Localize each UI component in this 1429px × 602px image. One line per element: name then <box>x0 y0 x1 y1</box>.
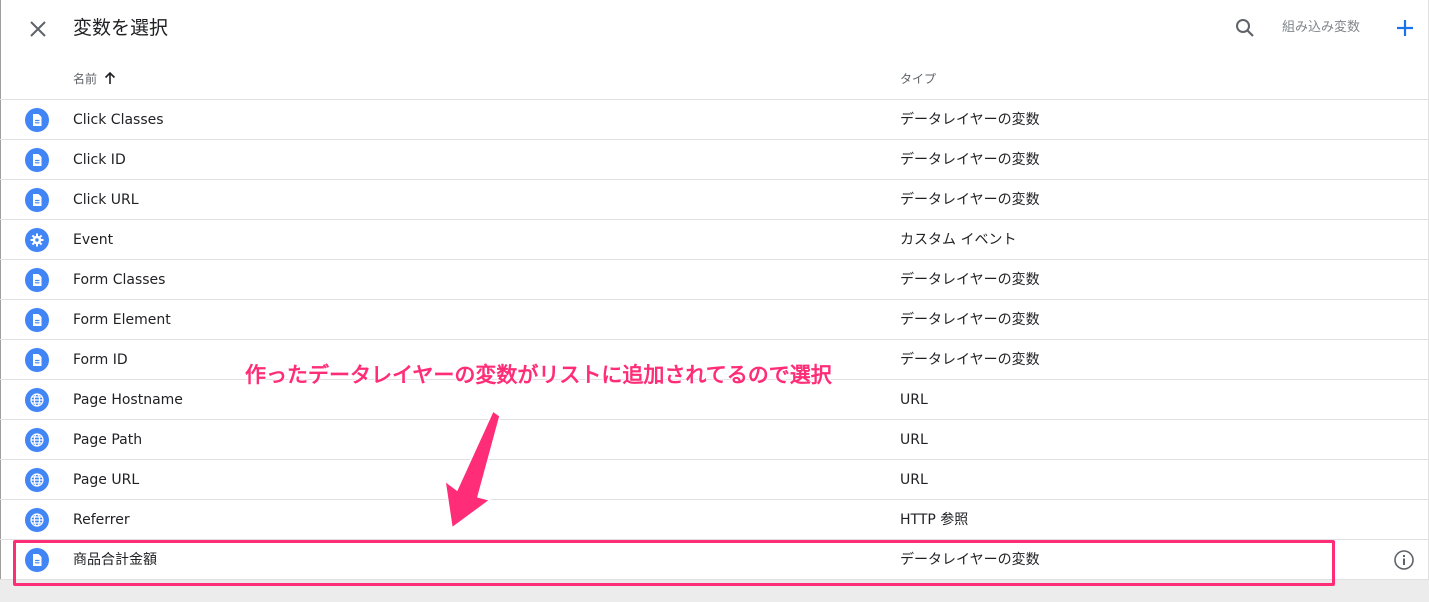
table-row[interactable]: Page URL URL <box>0 460 1429 500</box>
globe-icon <box>25 468 49 492</box>
table-row[interactable]: Page Path URL <box>0 420 1429 460</box>
dialog-title: 変数を選択 <box>73 17 169 39</box>
variable-type: データレイヤーの変数 <box>900 552 1040 568</box>
add-variable-button[interactable] <box>1391 13 1419 43</box>
close-icon <box>30 21 46 37</box>
variable-list: Click Classes データレイヤーの変数 Click ID データレイヤーの変… <box>0 100 1429 580</box>
table-row[interactable]: 商品合計金額 データレイヤーの変数 <box>0 540 1429 580</box>
variable-name: Page Hostname <box>73 392 183 408</box>
document-icon <box>25 188 49 212</box>
dialog-header: 変数を選択 組み込み変数 <box>0 0 1429 58</box>
globe-icon <box>25 428 49 452</box>
add-icon <box>1397 20 1413 36</box>
globe-icon <box>25 388 49 412</box>
variable-type: URL <box>900 432 928 448</box>
search-button[interactable] <box>1230 13 1260 43</box>
variable-name: Click ID <box>73 152 126 168</box>
table-row[interactable]: Click ID データレイヤーの変数 <box>0 140 1429 180</box>
document-icon <box>25 108 49 132</box>
table-row[interactable]: Click URL データレイヤーの変数 <box>0 180 1429 220</box>
document-icon <box>25 148 49 172</box>
annotation-text: 作ったデータレイヤーの変数がリストに追加されてるので選択 <box>245 363 832 387</box>
column-header-name[interactable]: 名前 <box>73 70 97 88</box>
variable-name: Form Element <box>73 312 171 328</box>
variable-type: データレイヤーの変数 <box>900 272 1040 288</box>
table-row[interactable]: Referrer HTTP 参照 <box>0 500 1429 540</box>
column-header-type: タイプ <box>900 72 937 86</box>
table-header: 名前 タイプ <box>0 60 1429 100</box>
variable-type: HTTP 参照 <box>900 512 969 528</box>
table-row[interactable]: Event カスタム イベント <box>0 220 1429 260</box>
variable-type: URL <box>900 472 928 488</box>
variable-name: Event <box>73 232 114 248</box>
close-button[interactable] <box>22 13 54 45</box>
document-icon <box>25 268 49 292</box>
variable-type: データレイヤーの変数 <box>900 112 1040 128</box>
variable-name: Referrer <box>73 512 130 528</box>
variable-name: Click Classes <box>73 112 164 128</box>
document-icon <box>25 548 49 572</box>
variable-name: Page URL <box>73 472 140 488</box>
variable-type: データレイヤーの変数 <box>900 352 1040 368</box>
variable-type: カスタム イベント <box>900 232 1017 248</box>
bottom-strip <box>0 580 1429 602</box>
variable-type: URL <box>900 392 928 408</box>
arrow-upward-icon[interactable] <box>103 71 117 85</box>
search-icon <box>1236 19 1254 37</box>
variable-type: データレイヤーの変数 <box>900 152 1040 168</box>
table-row[interactable]: Form Element データレイヤーの変数 <box>0 300 1429 340</box>
variable-name: Page Path <box>73 432 143 448</box>
builtin-variables-button[interactable]: 組み込み変数 <box>1282 18 1360 38</box>
gear-icon <box>25 228 49 252</box>
info-icon[interactable] <box>1392 548 1416 572</box>
variable-name: Click URL <box>73 192 139 208</box>
document-icon <box>25 348 49 372</box>
variable-name: Form Classes <box>73 272 166 288</box>
variable-type: データレイヤーの変数 <box>900 192 1040 208</box>
document-icon <box>25 308 49 332</box>
variable-type: データレイヤーの変数 <box>900 312 1040 328</box>
variable-name: Form ID <box>73 352 128 368</box>
table-row[interactable]: Form Classes データレイヤーの変数 <box>0 260 1429 300</box>
variable-name: 商品合計金額 <box>73 552 157 568</box>
table-row[interactable]: Click Classes データレイヤーの変数 <box>0 100 1429 140</box>
globe-icon <box>25 508 49 532</box>
